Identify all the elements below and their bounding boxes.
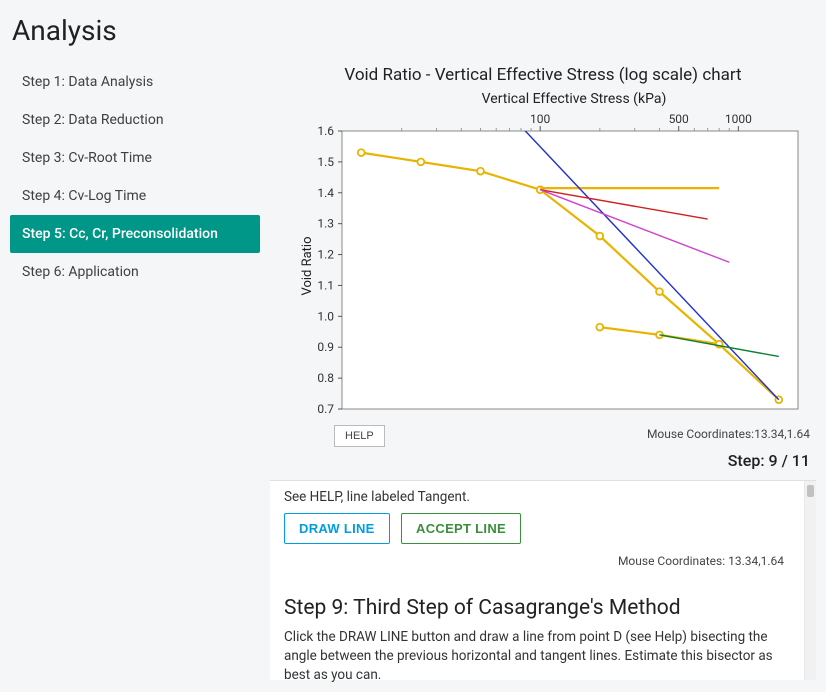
instructions-scrollbar[interactable] — [804, 481, 816, 680]
draw-line-button[interactable]: DRAW LINE — [284, 513, 390, 544]
svg-text:0.9: 0.9 — [317, 340, 334, 354]
svg-text:0.8: 0.8 — [317, 371, 334, 385]
step9-body: Click the DRAW LINE button and draw a li… — [284, 628, 802, 685]
svg-text:1.2: 1.2 — [317, 248, 334, 262]
tangent-hint: See HELP, line labeled Tangent. — [284, 489, 802, 505]
svg-text:100: 100 — [530, 112, 550, 126]
sidebar-item-label: Step 3: Cv-Root Time — [22, 150, 152, 166]
mouse-coord-value-2: 13.34,1.64 — [728, 554, 784, 568]
mouse-coord-label-2: Mouse Coordinates: — [618, 554, 728, 568]
steps-sidebar: Step 1: Data Analysis Step 2: Data Reduc… — [10, 63, 260, 680]
sidebar-item-step5[interactable]: Step 5: Cc, Cr, Preconsolidation — [10, 215, 260, 253]
sidebar-item-step1[interactable]: Step 1: Data Analysis — [10, 63, 260, 101]
svg-text:1.3: 1.3 — [317, 217, 334, 231]
svg-text:1000: 1000 — [725, 112, 752, 126]
svg-text:500: 500 — [669, 112, 689, 126]
chart-area[interactable]: Vertical Effective Stress (kPa) Void Rat… — [294, 91, 814, 441]
scrollbar-thumb[interactable] — [807, 485, 814, 497]
step-counter-value: 9 / 11 — [769, 451, 810, 470]
sidebar-item-step2[interactable]: Step 2: Data Reduction — [10, 101, 260, 139]
step-counter: Step: 9 / 11 — [270, 451, 816, 470]
sidebar-item-step3[interactable]: Step 3: Cv-Root Time — [10, 139, 260, 177]
svg-text:1.6: 1.6 — [317, 124, 334, 138]
svg-text:1.0: 1.0 — [317, 309, 334, 323]
sidebar-item-step4[interactable]: Step 4: Cv-Log Time — [10, 177, 260, 215]
step9-title: Step 9: Third Step of Casagrange's Metho… — [284, 596, 802, 620]
sidebar-item-label: Step 5: Cc, Cr, Preconsolidation — [22, 226, 218, 242]
help-button[interactable]: HELP — [334, 425, 385, 447]
step-counter-label: Step: — [728, 451, 769, 470]
sidebar-item-label: Step 2: Data Reduction — [22, 112, 164, 128]
sidebar-item-label: Step 1: Data Analysis — [22, 74, 153, 90]
svg-text:0.7: 0.7 — [317, 402, 334, 416]
mouse-coord-label: Mouse Coordinates: — [647, 427, 754, 441]
x-axis-label: Vertical Effective Stress (kPa) — [294, 91, 814, 107]
svg-text:1.5: 1.5 — [317, 155, 334, 169]
chart-svg[interactable]: 0.7 0.8 0.9 1.0 1.1 1.2 1.3 1.4 1.5 1.6 100 500 1000 — [294, 109, 804, 419]
page-title: Analysis — [12, 14, 816, 47]
mouse-coord-value: 13.34,1.64 — [754, 427, 810, 441]
chart-title: Void Ratio - Vertical Effective Stress (… — [270, 65, 816, 85]
sidebar-item-label: Step 4: Cv-Log Time — [22, 188, 146, 204]
instructions-panel: See HELP, line labeled Tangent. DRAW LIN… — [270, 480, 816, 680]
accept-line-button[interactable]: ACCEPT LINE — [401, 513, 521, 544]
sidebar-item-label: Step 6: Application — [22, 264, 139, 280]
svg-text:1.1: 1.1 — [317, 278, 334, 292]
svg-text:1.4: 1.4 — [317, 186, 334, 200]
sidebar-item-step6[interactable]: Step 6: Application — [10, 253, 260, 291]
y-axis-label: Void Ratio — [300, 236, 315, 295]
